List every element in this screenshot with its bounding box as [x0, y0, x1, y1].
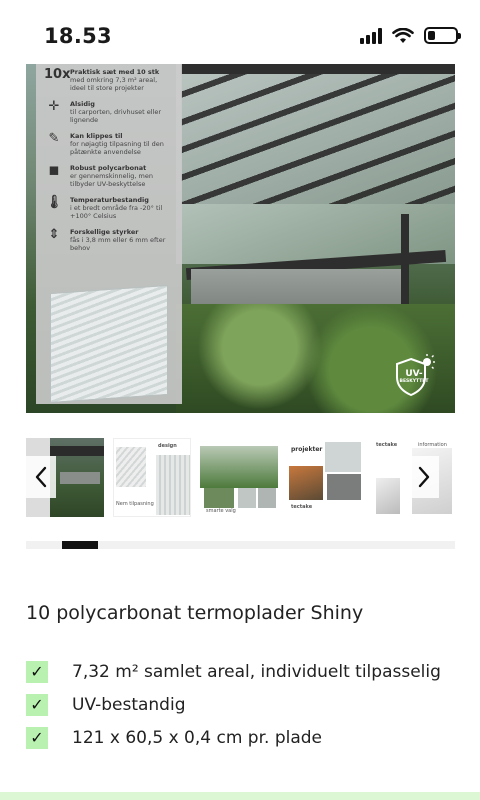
- ten-pack-icon: 10x: [44, 67, 71, 82]
- bottom-bar-peek: [0, 792, 480, 800]
- uv-badge-sub: BESKYTTET: [399, 379, 429, 384]
- strong-arm-icon: ◼: [48, 163, 60, 178]
- carousel-progress-track[interactable]: [26, 541, 455, 549]
- wifi-icon: [392, 27, 414, 43]
- thumbnail-2[interactable]: design Nem tilpasning: [113, 438, 191, 517]
- roof-beam: [181, 64, 455, 74]
- feature-item: 10x Praktisk sæt med 10 stk med omkring 7…: [44, 67, 174, 93]
- thumb-brand: tectake: [291, 504, 313, 510]
- list-item: ✓ 7,32 m² samlet areal, individuelt tilp…: [26, 655, 456, 688]
- thickness-icon: ⇕: [48, 227, 60, 242]
- checkmark-icon: ✓: [26, 693, 48, 716]
- thumb-photo: [289, 466, 323, 500]
- thumb-sheet: [376, 478, 400, 514]
- status-time: 18.53: [44, 24, 112, 48]
- battery-level: [428, 31, 435, 40]
- feature-title: Praktisk sæt med 10 stk: [70, 68, 160, 76]
- thumb-brand: tectake: [376, 442, 398, 448]
- thumb-photo: [327, 474, 361, 500]
- feature-item: ✎ Kan klippes til for nøjagtig tilpasning…: [44, 131, 174, 157]
- carousel-prev-button[interactable]: [26, 456, 56, 498]
- feature-item: ⇕ Forskellige styrker fås i 3,8 mm eller …: [44, 227, 174, 253]
- thumbnail-4[interactable]: projekter tectake: [287, 438, 365, 517]
- carport-roof: [181, 64, 455, 204]
- list-item: ✓ UV-bestandig: [26, 688, 456, 721]
- feature-title: Temperaturbestandig: [70, 196, 149, 204]
- feature-title: Robust polycarbonat: [70, 164, 147, 172]
- carousel-progress-indicator: [61, 541, 98, 549]
- feature-text: er gennemskinnelig, men tilbyder UV-besk…: [70, 172, 153, 188]
- thumb-label: projekter: [291, 446, 323, 453]
- status-icons: [360, 27, 461, 44]
- feature-text: 7,32 m² samlet areal, individuelt tilpas…: [72, 661, 441, 682]
- feature-text: 121 x 60,5 x 0,4 cm pr. plade: [72, 727, 322, 748]
- product-feature-list: ✓ 7,32 m² samlet areal, individuelt tilp…: [26, 655, 456, 754]
- cellular-signal-icon: [360, 27, 382, 44]
- thumb-sheet: [116, 447, 146, 487]
- thumb-garden: [200, 446, 278, 488]
- feature-title: Forskellige styrker: [70, 228, 139, 236]
- checkmark-icon: ✓: [26, 726, 48, 749]
- feature-title: Kan klippes til: [70, 132, 123, 140]
- move-arrows-icon: ✛: [48, 99, 60, 114]
- feature-title: Alsidig: [70, 100, 95, 108]
- cut-icon: ✎: [48, 131, 60, 146]
- battery-icon: [424, 27, 461, 44]
- thumb-photo: [238, 488, 256, 508]
- status-bar: 18.53: [0, 0, 480, 64]
- feature-item: ✛ Alsidig til carporten, drivhuset eller …: [44, 99, 174, 125]
- feature-text: med omkring 7,3 m² areal, ideel til stor…: [70, 76, 158, 92]
- thumb-photo: [204, 488, 234, 508]
- thumbnail-3[interactable]: smarte valg: [200, 438, 278, 517]
- feature-text: fås i 3,8 mm eller 6 mm efter behov: [70, 236, 166, 252]
- product-title: 10 polycarbonat termoplader Shiny: [26, 602, 364, 624]
- list-item: ✓ 121 x 60,5 x 0,4 cm pr. plade: [26, 721, 456, 754]
- carousel-next-button[interactable]: [409, 456, 439, 498]
- chevron-left-icon: [35, 466, 47, 488]
- feature-text: UV-bestandig: [72, 694, 186, 715]
- uv-protected-badge: UV- BESKYTTET: [393, 353, 435, 397]
- product-main-image[interactable]: 10x Praktisk sæt med 10 stk med omkring 7…: [26, 64, 455, 413]
- thumb-roof: [50, 446, 104, 456]
- thumb-label: smarte valg: [206, 508, 236, 514]
- thumbnail-carousel: design Nem tilpasning smarte valg projek…: [26, 438, 455, 517]
- feature-panel: 10x Praktisk sæt med 10 stk med omkring 7…: [36, 64, 182, 404]
- checkmark-icon: ✓: [26, 660, 48, 683]
- thumb-label: Nem tilpasning: [116, 501, 154, 507]
- thumb-label: design: [158, 443, 177, 449]
- thermometer-icon: 🌡︎: [45, 195, 63, 210]
- thumb-sheet: [156, 455, 190, 515]
- feature-text: for nøjagtig tilpasning til den påtænkte…: [70, 140, 164, 156]
- feature-text: i et bredt område fra -20° til +100° Cel…: [70, 204, 163, 220]
- chevron-right-icon: [418, 466, 430, 488]
- polycarbonate-sheet-illustration: [50, 284, 168, 404]
- feature-text: til carporten, drivhuset eller lignende: [70, 108, 162, 124]
- feature-item: 🌡︎ Temperaturbestandig i et bredt område …: [44, 195, 174, 221]
- feature-item: ◼ Robust polycarbonat er gennemskinnelig,…: [44, 163, 174, 189]
- thumb-sheet: [325, 442, 361, 472]
- thumb-photo: [258, 488, 276, 508]
- thumb-wall: [60, 472, 100, 484]
